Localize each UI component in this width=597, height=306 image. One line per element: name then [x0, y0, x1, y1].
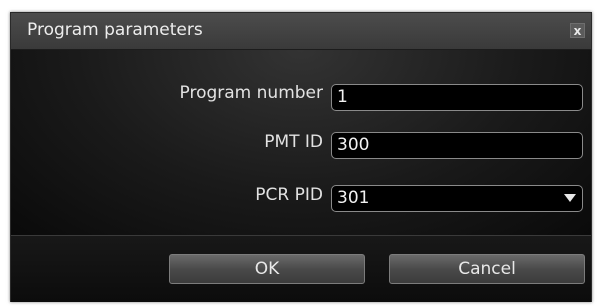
pcr-pid-value: 301	[337, 188, 370, 208]
dropdown-arrow-icon[interactable]	[564, 194, 576, 202]
pmt-id-value: 300	[337, 135, 370, 155]
pcr-pid-label: PCR PID	[255, 185, 323, 205]
button-bar: OK Cancel	[11, 235, 591, 302]
dialog-title: Program parameters	[27, 20, 203, 40]
program-number-label: Program number	[179, 83, 323, 103]
program-number-value: 1	[337, 87, 348, 107]
program-parameters-dialog: Program parameters x Program number 1 PM…	[10, 12, 592, 302]
close-button[interactable]: x	[570, 23, 585, 38]
pmt-id-label: PMT ID	[264, 132, 323, 152]
close-icon: x	[573, 24, 582, 38]
cancel-button[interactable]: Cancel	[389, 254, 585, 284]
pmt-id-input[interactable]: 300	[331, 132, 583, 159]
program-number-input[interactable]: 1	[331, 84, 583, 111]
form-area: Program number 1 PMT ID 300 PCR PID 301	[11, 50, 591, 235]
ok-button[interactable]: OK	[169, 254, 365, 284]
title-bar[interactable]: Program parameters x	[11, 13, 591, 50]
pcr-pid-select[interactable]: 301	[331, 185, 583, 212]
